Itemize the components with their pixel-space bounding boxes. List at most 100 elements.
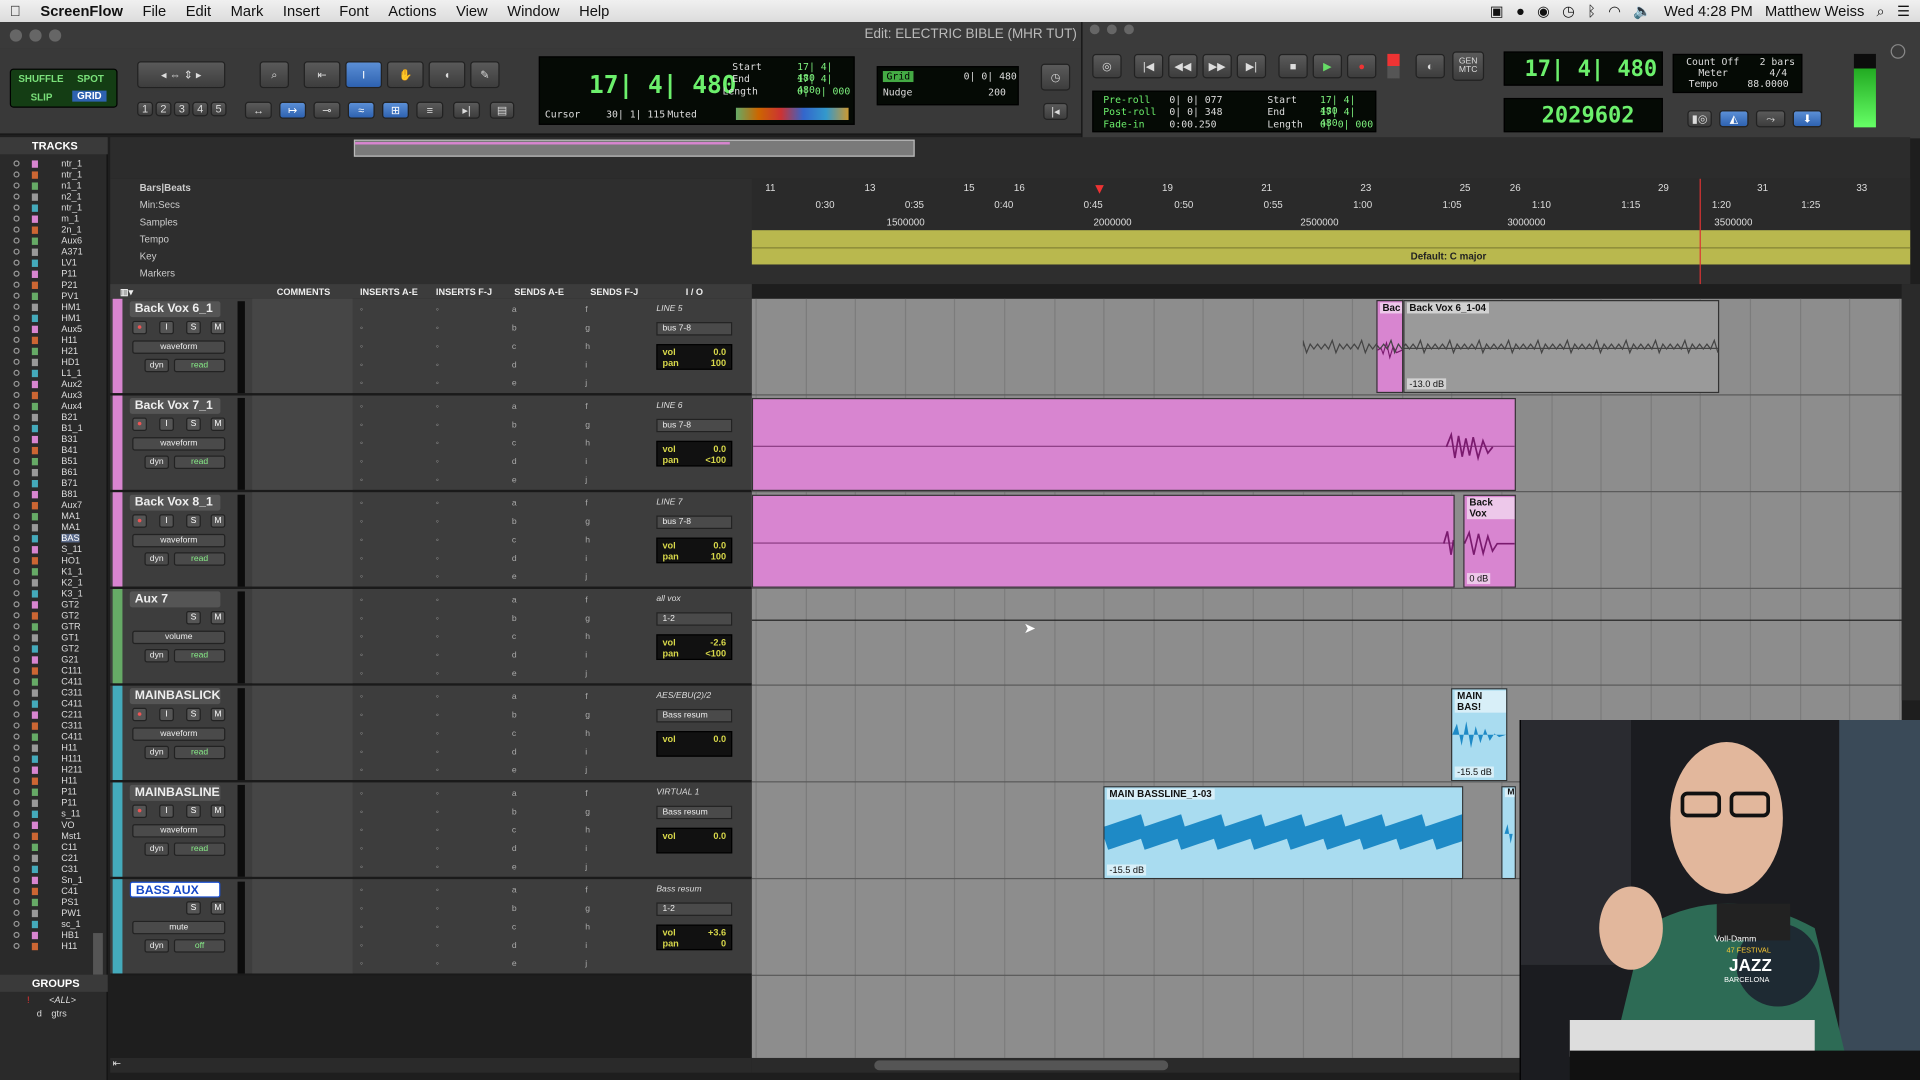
tracks-list-item[interactable]: MA1 (61, 523, 80, 532)
keyboard-focus-icon[interactable]: ⊞ (382, 101, 409, 119)
tracks-list-item[interactable]: C41 (61, 886, 78, 895)
track-show-toggle[interactable] (13, 766, 20, 773)
menu-font[interactable]: Font (329, 2, 378, 19)
send-slot-ae[interactable]: a (512, 693, 517, 702)
markers-ruler-lane[interactable] (751, 264, 1911, 285)
playhead-marker-icon[interactable]: ▼ (1092, 180, 1107, 197)
go-to-end-icon[interactable]: ▶| (1236, 53, 1267, 79)
return-to-start-icon[interactable]: |◀ (1133, 53, 1164, 79)
tracks-list-item[interactable]: 2n_1 (61, 225, 81, 234)
send-slot-ae[interactable]: d (512, 942, 517, 951)
send-slot-ae[interactable]: d (512, 361, 517, 370)
track-show-toggle[interactable] (13, 909, 20, 916)
send-slot-fj[interactable]: j (585, 670, 587, 679)
meter-label[interactable]: Meter (1698, 67, 1728, 78)
pan-value[interactable]: <100 (705, 454, 726, 465)
tracks-list-item[interactable]: H11 (61, 335, 77, 344)
zoom-controls[interactable]: ◂ ⇔ ⇕ ▸ (137, 61, 226, 89)
track-show-toggle[interactable] (13, 788, 20, 795)
ruler-markers[interactable]: Markers (140, 268, 175, 279)
ruler-samples[interactable]: Samples (140, 217, 178, 228)
send-slot-fj[interactable]: g (585, 421, 590, 430)
volume-value[interactable]: 0.0 (713, 443, 726, 454)
metronome-icon[interactable]: ◭ (1719, 110, 1749, 128)
send-slot-fj[interactable]: h (585, 633, 590, 642)
resize-icon[interactable]: ⇤ (113, 1058, 121, 1069)
track-show-toggle[interactable] (13, 204, 20, 211)
column-inserts-fj[interactable]: INSERTS F-J (436, 287, 492, 298)
tracks-list-item[interactable]: B71 (61, 478, 77, 487)
insert-slot-fj[interactable]: ◦ (436, 518, 439, 527)
send-slot-fj[interactable]: f (585, 790, 587, 799)
track-show-toggle[interactable] (13, 854, 20, 861)
preroll-value[interactable]: 0| 0| 077 (1169, 94, 1222, 105)
insert-slot-ae[interactable]: ◦ (360, 518, 363, 527)
tracks-list-item[interactable]: HD1 (61, 357, 79, 366)
track-view-selector[interactable]: waveform (132, 824, 226, 838)
menu-actions[interactable]: Actions (378, 2, 446, 19)
input-selector[interactable]: LINE 5 (656, 305, 682, 314)
automation-mode-selector[interactable]: read (173, 842, 226, 856)
tracks-list-item[interactable]: B1_1 (61, 423, 82, 432)
screenflow-status-icon[interactable]: ▣ (1490, 2, 1504, 19)
gen-mtc-button[interactable]: GEN MTC (1452, 51, 1485, 81)
insert-slot-ae[interactable]: ◦ (360, 421, 363, 430)
mute-button[interactable]: M (210, 320, 226, 335)
tracks-list-item[interactable]: LV1 (61, 258, 77, 267)
insert-slot-ae[interactable]: ◦ (360, 596, 363, 605)
insert-slot-fj[interactable]: ◦ (436, 361, 439, 370)
tracks-list-item[interactable]: C211 (61, 710, 82, 719)
tracks-list-item[interactable]: GTR (61, 622, 80, 631)
close-window-button[interactable] (9, 29, 23, 42)
insert-slot-fj[interactable]: ◦ (436, 633, 439, 642)
insert-slot-fj[interactable]: ◦ (436, 748, 439, 757)
record-arm-button[interactable]: ● (132, 707, 147, 722)
track-view-selector[interactable]: volume (132, 630, 226, 645)
link-timeline-icon[interactable]: ↦ (279, 101, 307, 119)
track-show-toggle[interactable] (13, 248, 20, 255)
solo-button[interactable]: S (186, 320, 201, 335)
insert-slot-fj[interactable]: ◦ (436, 923, 439, 932)
menu-insert[interactable]: Insert (273, 2, 329, 19)
tracks-list-item[interactable]: Aux5 (61, 324, 82, 333)
output-selector[interactable]: bus 7-8 (656, 418, 733, 433)
tracks-list-item[interactable]: GT2 (61, 600, 79, 609)
tracks-list-item[interactable]: MA1 (61, 512, 80, 521)
output-selector[interactable]: bus 7-8 (656, 515, 733, 529)
send-slot-fj[interactable]: g (585, 905, 590, 914)
tracks-list-item[interactable]: H21 (61, 346, 78, 355)
volume-value[interactable]: 0.0 (713, 830, 726, 841)
track-show-toggle[interactable] (13, 303, 20, 310)
send-slot-ae[interactable]: d (512, 845, 517, 854)
insert-slot-fj[interactable]: ◦ (436, 343, 439, 352)
zoom-preset-5[interactable]: 5 (210, 101, 227, 117)
wifi-icon[interactable]: ◠ (1608, 2, 1621, 19)
count-off-bars[interactable]: 2 bars (1760, 56, 1795, 67)
zoom-preset-4[interactable]: 4 (192, 101, 209, 117)
tracks-list-item[interactable]: K1_1 (61, 567, 82, 576)
insert-slot-ae[interactable]: ◦ (360, 633, 363, 642)
track-show-toggle[interactable] (13, 557, 20, 564)
send-slot-ae[interactable]: e (512, 476, 517, 485)
track-show-toggle[interactable] (13, 810, 20, 817)
track-show-toggle[interactable] (13, 744, 20, 751)
tracks-list-item[interactable]: S_11 (61, 545, 82, 554)
input-monitor-button[interactable]: I (159, 320, 174, 335)
record-arm-button[interactable]: ● (132, 417, 147, 432)
track-show-toggle[interactable] (13, 413, 20, 421)
insert-slot-fj[interactable]: ◦ (436, 905, 439, 914)
column-sends-ae[interactable]: SENDS A-E (514, 287, 564, 298)
insert-slot-ae[interactable]: ◦ (360, 306, 363, 315)
track-view-selector[interactable]: waveform (132, 533, 226, 548)
track-show-toggle[interactable] (13, 832, 20, 839)
apple-icon[interactable]:  (0, 2, 31, 19)
mute-button[interactable]: M (210, 707, 226, 722)
track-show-toggle[interactable] (13, 777, 20, 784)
tracks-list-item[interactable]: HO1 (61, 556, 80, 565)
menu-file[interactable]: File (133, 2, 176, 19)
volume-icon[interactable]: 🔈 (1633, 2, 1651, 19)
shuffle-mode[interactable]: SHUFFLE (18, 73, 63, 84)
send-slot-fj[interactable]: h (585, 343, 590, 352)
tracks-list-item[interactable]: H111 (61, 754, 82, 763)
tracks-list-item[interactable]: P21 (61, 280, 77, 289)
